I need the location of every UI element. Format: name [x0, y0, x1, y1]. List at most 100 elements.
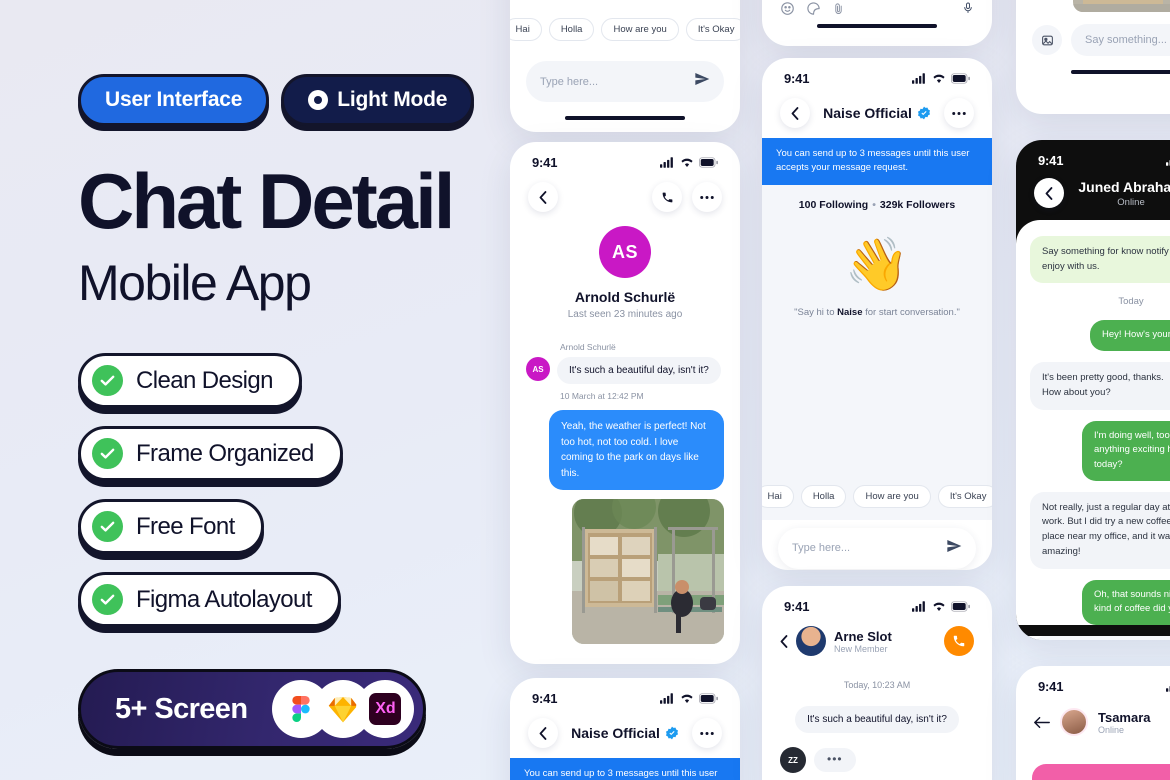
sticker-icon[interactable] [806, 1, 821, 16]
following-count: 100 Following [798, 198, 869, 211]
home-indicator [1071, 70, 1170, 74]
badge-light-mode: Light Mode [281, 74, 475, 126]
cellular-icon [912, 601, 925, 612]
quick-reply-chip[interactable]: It's Okay [937, 484, 992, 508]
message-input-placeholder: Say something... [1085, 34, 1167, 46]
message-bubble-incoming: Not really, just a regular day at work. … [1030, 491, 1170, 569]
wave-emoji-icon: 👋 [844, 235, 910, 294]
quick-reply-chip[interactable]: Hai [510, 18, 542, 41]
call-button[interactable] [944, 626, 974, 656]
more-options-button[interactable] [692, 182, 722, 212]
status-time: 9:41 [532, 155, 558, 170]
status-time: 9:41 [1038, 153, 1064, 168]
dots-horizontal-icon [700, 195, 714, 199]
quick-reply-chip[interactable]: How are you [601, 18, 679, 41]
attachment-photo-partial [1073, 0, 1170, 12]
quick-reply-chip[interactable]: Holla [548, 18, 595, 41]
nav-bar: Naise Official [510, 710, 740, 758]
back-button[interactable] [1034, 716, 1050, 729]
contact-name: Arne Slot [834, 628, 892, 644]
nav-title: Naise Official [820, 105, 934, 121]
message-input-bar: Type here... [762, 520, 992, 571]
message-bubble-incoming: It's such a beautiful day, isn't it? [557, 357, 721, 384]
arrow-left-icon [1034, 716, 1050, 728]
battery-icon [699, 693, 718, 704]
feature-label: Clean Design [136, 366, 273, 394]
quick-reply-chip[interactable]: Holla [800, 484, 847, 508]
feature-label: Figma Autolayout [136, 585, 312, 613]
status-icons [660, 693, 718, 704]
check-icon [92, 365, 123, 396]
battery-icon [699, 157, 718, 168]
message-input-bar: Say something... [1016, 636, 1170, 640]
message-input-bar: Say something... [510, 656, 740, 664]
attachment-icon[interactable] [832, 1, 845, 16]
phone-icon [662, 192, 672, 202]
call-button[interactable] [652, 182, 682, 212]
back-button[interactable] [528, 182, 558, 212]
back-button[interactable] [528, 718, 558, 748]
back-button[interactable] [1034, 178, 1064, 208]
message-input-bar: Say something... [1016, 8, 1170, 62]
badge-user-interface: User Interface [78, 74, 270, 126]
phone-chat-detail: 9:41 AS Arnold Schurlë Last seen 23 minu… [510, 142, 740, 664]
dots-horizontal-icon [952, 111, 966, 115]
quick-reply-chip[interactable]: It's Okay [685, 18, 740, 41]
verified-badge-icon [665, 726, 678, 740]
nav-title: Naise Official [568, 725, 682, 741]
phone-naise-official: 9:41 Naise Official You can send up to 3… [762, 58, 992, 570]
more-options-button[interactable] [944, 98, 974, 128]
chevron-left-icon [539, 190, 547, 204]
verified-badge-icon [917, 106, 930, 120]
status-time: 9:41 [1038, 679, 1064, 694]
message-bubble-outgoing: Yeah, the weather is perfect! Not too ho… [549, 410, 724, 490]
avatar [1060, 708, 1088, 736]
status-icons [1166, 681, 1170, 692]
status-bar: 9:41 [510, 142, 740, 174]
phone-quick-replies-top: Hai Holla How are you It's Okay Type her… [510, 0, 740, 132]
wifi-icon [933, 602, 945, 612]
contact-name: Arnold Schurlë [574, 289, 676, 305]
feature-label: Free Font [136, 512, 235, 540]
phone-topright-input: Say something... [1016, 0, 1170, 114]
status-bar: 9:41 [762, 58, 992, 90]
message-input[interactable]: Type here... [526, 61, 724, 102]
message-input[interactable]: Type here... [778, 527, 976, 569]
feature-item: Figma Autolayout [78, 572, 341, 627]
message-input-placeholder: Type here... [540, 75, 599, 88]
back-button[interactable] [780, 98, 810, 128]
quick-reply-chip[interactable]: Hai [762, 484, 794, 508]
image-attach-button[interactable] [1032, 25, 1062, 55]
status-bar: 9:41 [510, 678, 740, 710]
contact-profile: AS Arnold Schurlë Last seen 23 minutes a… [510, 222, 740, 320]
message-list: Today, 10:23 AM It's such a beautiful da… [762, 666, 992, 773]
mic-icon[interactable] [962, 0, 974, 16]
send-icon[interactable] [946, 538, 962, 559]
send-icon[interactable] [694, 71, 710, 92]
quick-reply-chips: Hai Holla How are you It's Okay [762, 472, 992, 520]
back-button[interactable] [780, 634, 788, 648]
status-bar: 9:41 [1016, 140, 1170, 172]
separator-dot: • [872, 198, 876, 211]
followers-count: 329k Followers [879, 198, 956, 211]
message-attachment-photo[interactable] [572, 499, 724, 644]
phone-arne-slot: 9:41 Arne Slot New Member Today, 10:23 A… [762, 586, 992, 780]
quick-reply-chip[interactable]: How are you [853, 484, 931, 508]
more-options-button[interactable] [692, 718, 722, 748]
avatar [796, 626, 826, 656]
check-icon [92, 584, 123, 615]
message-input[interactable]: Say something... [1071, 24, 1170, 56]
page-title: Chat Detail [78, 157, 455, 245]
message-input[interactable]: Say something... [1030, 636, 1170, 640]
status-time: 9:41 [784, 599, 810, 614]
wifi-icon [681, 694, 693, 704]
avatar: ZZ [780, 747, 806, 773]
cta-name: Naise [837, 306, 863, 318]
message-bubble-outgoing: Hey! How's your day going? [1090, 320, 1170, 352]
feature-item: Free Font [78, 499, 264, 554]
emoji-icon[interactable] [780, 1, 795, 16]
avatar: AS [599, 226, 651, 278]
chevron-left-icon [539, 726, 547, 740]
screen-count-label: 5+ Screen [115, 692, 248, 725]
feature-item: Frame Organized [78, 426, 343, 481]
